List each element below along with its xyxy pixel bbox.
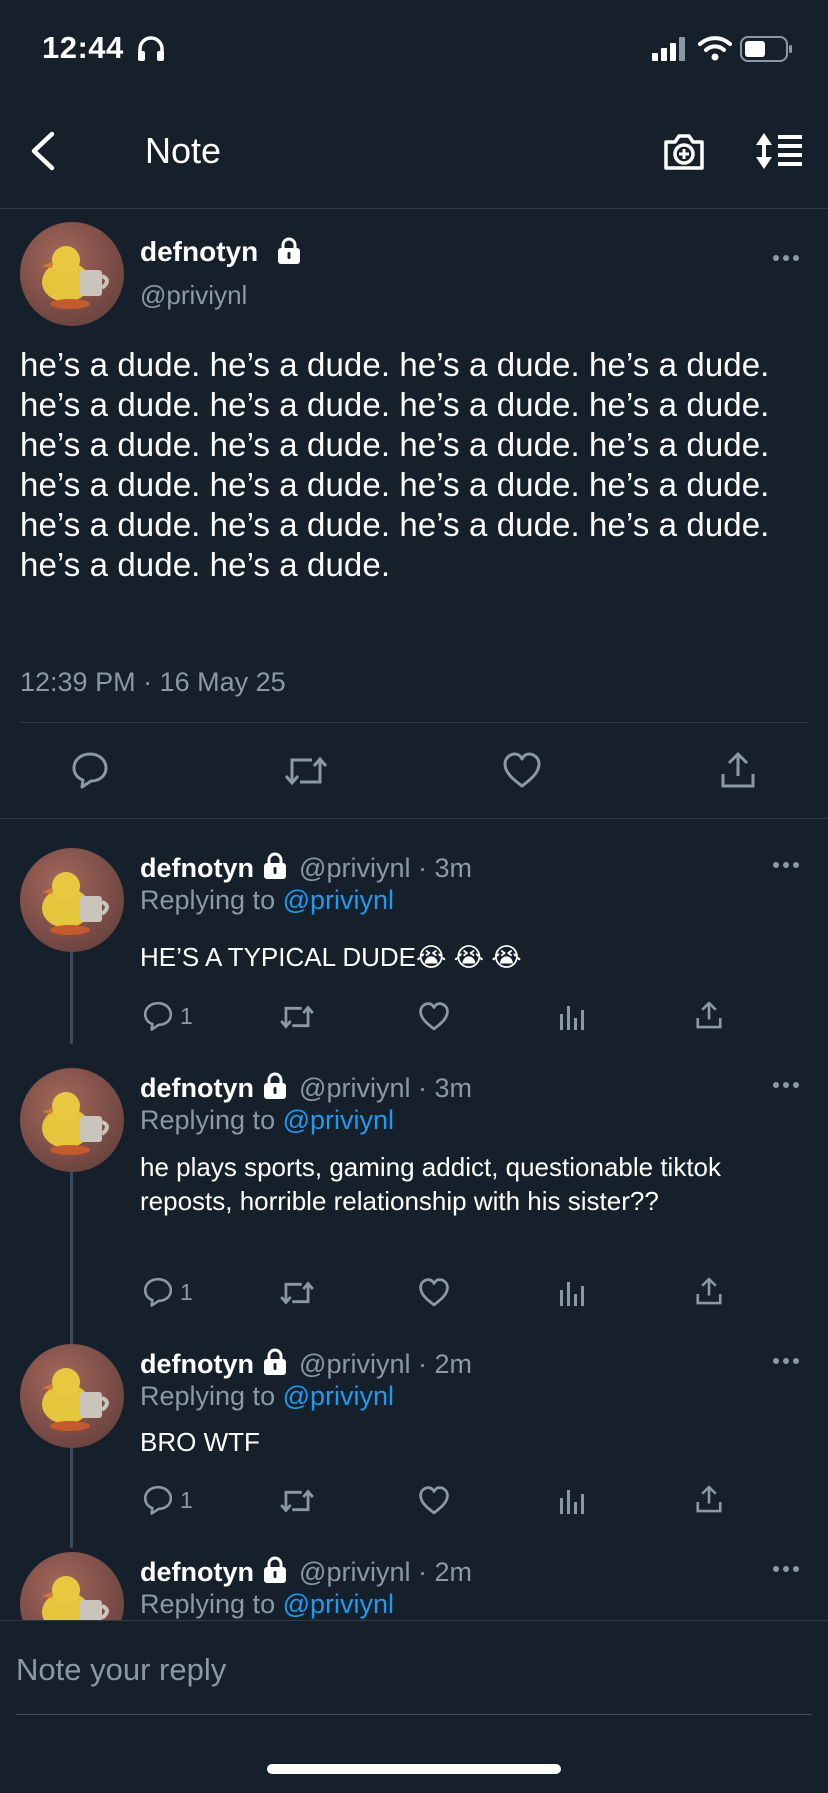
reply-icon [143, 1277, 173, 1307]
page-title: Note [145, 130, 222, 171]
lock-icon [262, 1072, 292, 1104]
retweet-icon[interactable] [278, 1278, 316, 1308]
avatar[interactable] [20, 848, 124, 952]
avatar[interactable] [20, 222, 124, 326]
note-divider [20, 722, 808, 723]
compose-divider [16, 1714, 812, 1715]
back-arrow-icon[interactable] [26, 130, 60, 172]
display-name[interactable]: defnotyn [140, 853, 254, 883]
reply-button[interactable]: 1 [142, 1000, 193, 1032]
reply-header: defnotyn @priviynl · 2m [140, 1556, 472, 1588]
camera-icon[interactable] [662, 130, 706, 172]
status-time: 12:44 [42, 30, 124, 65]
thread-line [70, 1172, 73, 1344]
reply-count: 1 [180, 1486, 193, 1513]
analytics-icon[interactable] [558, 1488, 586, 1514]
reply-icon [143, 1001, 173, 1031]
note-text: he’s a dude. he’s a dude. he’s a dude. h… [20, 346, 770, 583]
reply-header: defnotyn @priviynl · 2m [140, 1348, 472, 1380]
analytics-icon[interactable] [558, 1280, 586, 1306]
reply-input[interactable] [16, 1640, 806, 1700]
mention-link[interactable]: @priviynl [283, 1589, 394, 1619]
reply-text: BRO WTF [140, 1427, 260, 1457]
note-timestamp: 12:39 PM · 16 May 25 [20, 667, 286, 697]
share-icon[interactable] [694, 1000, 724, 1030]
reply-age: 2m [434, 1349, 472, 1379]
reply-header: defnotyn @priviynl · 3m [140, 1072, 472, 1104]
wifi-icon [698, 35, 732, 61]
replying-to: Replying to @priviynl [140, 1105, 395, 1135]
reply-button[interactable]: 1 [142, 1276, 193, 1308]
display-name[interactable]: defnotyn [140, 236, 258, 268]
reply-age: 2m [434, 1557, 472, 1587]
handle[interactable]: @priviynl [299, 1073, 410, 1103]
replying-to: Replying to @priviynl [140, 1381, 395, 1411]
like-icon[interactable] [502, 752, 542, 790]
battery-icon [740, 36, 794, 62]
header-divider [0, 208, 828, 209]
mention-link[interactable]: @priviynl [283, 1381, 394, 1411]
display-name[interactable]: defnotyn [140, 1073, 254, 1103]
lock-icon [262, 1348, 292, 1380]
reply-header: defnotyn @priviynl · 3m [140, 852, 472, 884]
display-name[interactable]: defnotyn [140, 1557, 254, 1587]
reply-text: he plays sports, gaming addict, question… [140, 1152, 722, 1216]
analytics-icon[interactable] [558, 1004, 586, 1030]
handle[interactable]: @priviynl [299, 1349, 410, 1379]
retweet-icon[interactable] [282, 752, 330, 790]
thread-line [70, 952, 73, 1044]
reply-age: 3m [434, 1073, 472, 1103]
lock-icon [262, 1556, 292, 1588]
lock-icon [262, 852, 292, 884]
lock-icon [276, 237, 302, 265]
signal-icon [652, 37, 688, 61]
handle[interactable]: @priviynl [299, 1557, 410, 1587]
reply-text: HE’S A TYPICAL DUDE😭 😭 😭 [140, 942, 522, 972]
retweet-icon[interactable] [278, 1002, 316, 1032]
reply-icon [143, 1485, 173, 1515]
reply-age: 3m [434, 853, 472, 883]
actions-divider [0, 818, 828, 819]
avatar[interactable] [20, 1068, 124, 1172]
mention-link[interactable]: @priviynl [283, 885, 394, 915]
share-icon[interactable] [718, 750, 758, 790]
replying-to: Replying to @priviynl [140, 1589, 395, 1619]
more-icon[interactable] [773, 253, 799, 263]
share-icon[interactable] [694, 1276, 724, 1306]
reply-count: 1 [180, 1002, 193, 1029]
mention-link[interactable]: @priviynl [283, 1105, 394, 1135]
replying-to: Replying to @priviynl [140, 885, 395, 915]
reply-button[interactable]: 1 [142, 1484, 193, 1516]
more-icon[interactable] [773, 1356, 799, 1366]
handle[interactable]: @priviynl [299, 853, 410, 883]
more-icon[interactable] [773, 1080, 799, 1090]
like-icon[interactable] [418, 1278, 450, 1308]
avatar[interactable] [20, 1344, 124, 1448]
like-icon[interactable] [418, 1002, 450, 1032]
like-icon[interactable] [418, 1486, 450, 1516]
reply-icon[interactable] [70, 750, 110, 790]
retweet-icon[interactable] [278, 1486, 316, 1516]
share-icon[interactable] [694, 1484, 724, 1514]
home-indicator[interactable] [267, 1764, 561, 1774]
more-icon[interactable] [773, 1564, 799, 1574]
display-name[interactable]: defnotyn [140, 1349, 254, 1379]
handle[interactable]: @priviynl [140, 280, 247, 311]
headphones-icon [136, 34, 166, 62]
more-icon[interactable] [773, 860, 799, 870]
sort-icon[interactable] [754, 131, 804, 171]
reply-count: 1 [180, 1278, 193, 1305]
